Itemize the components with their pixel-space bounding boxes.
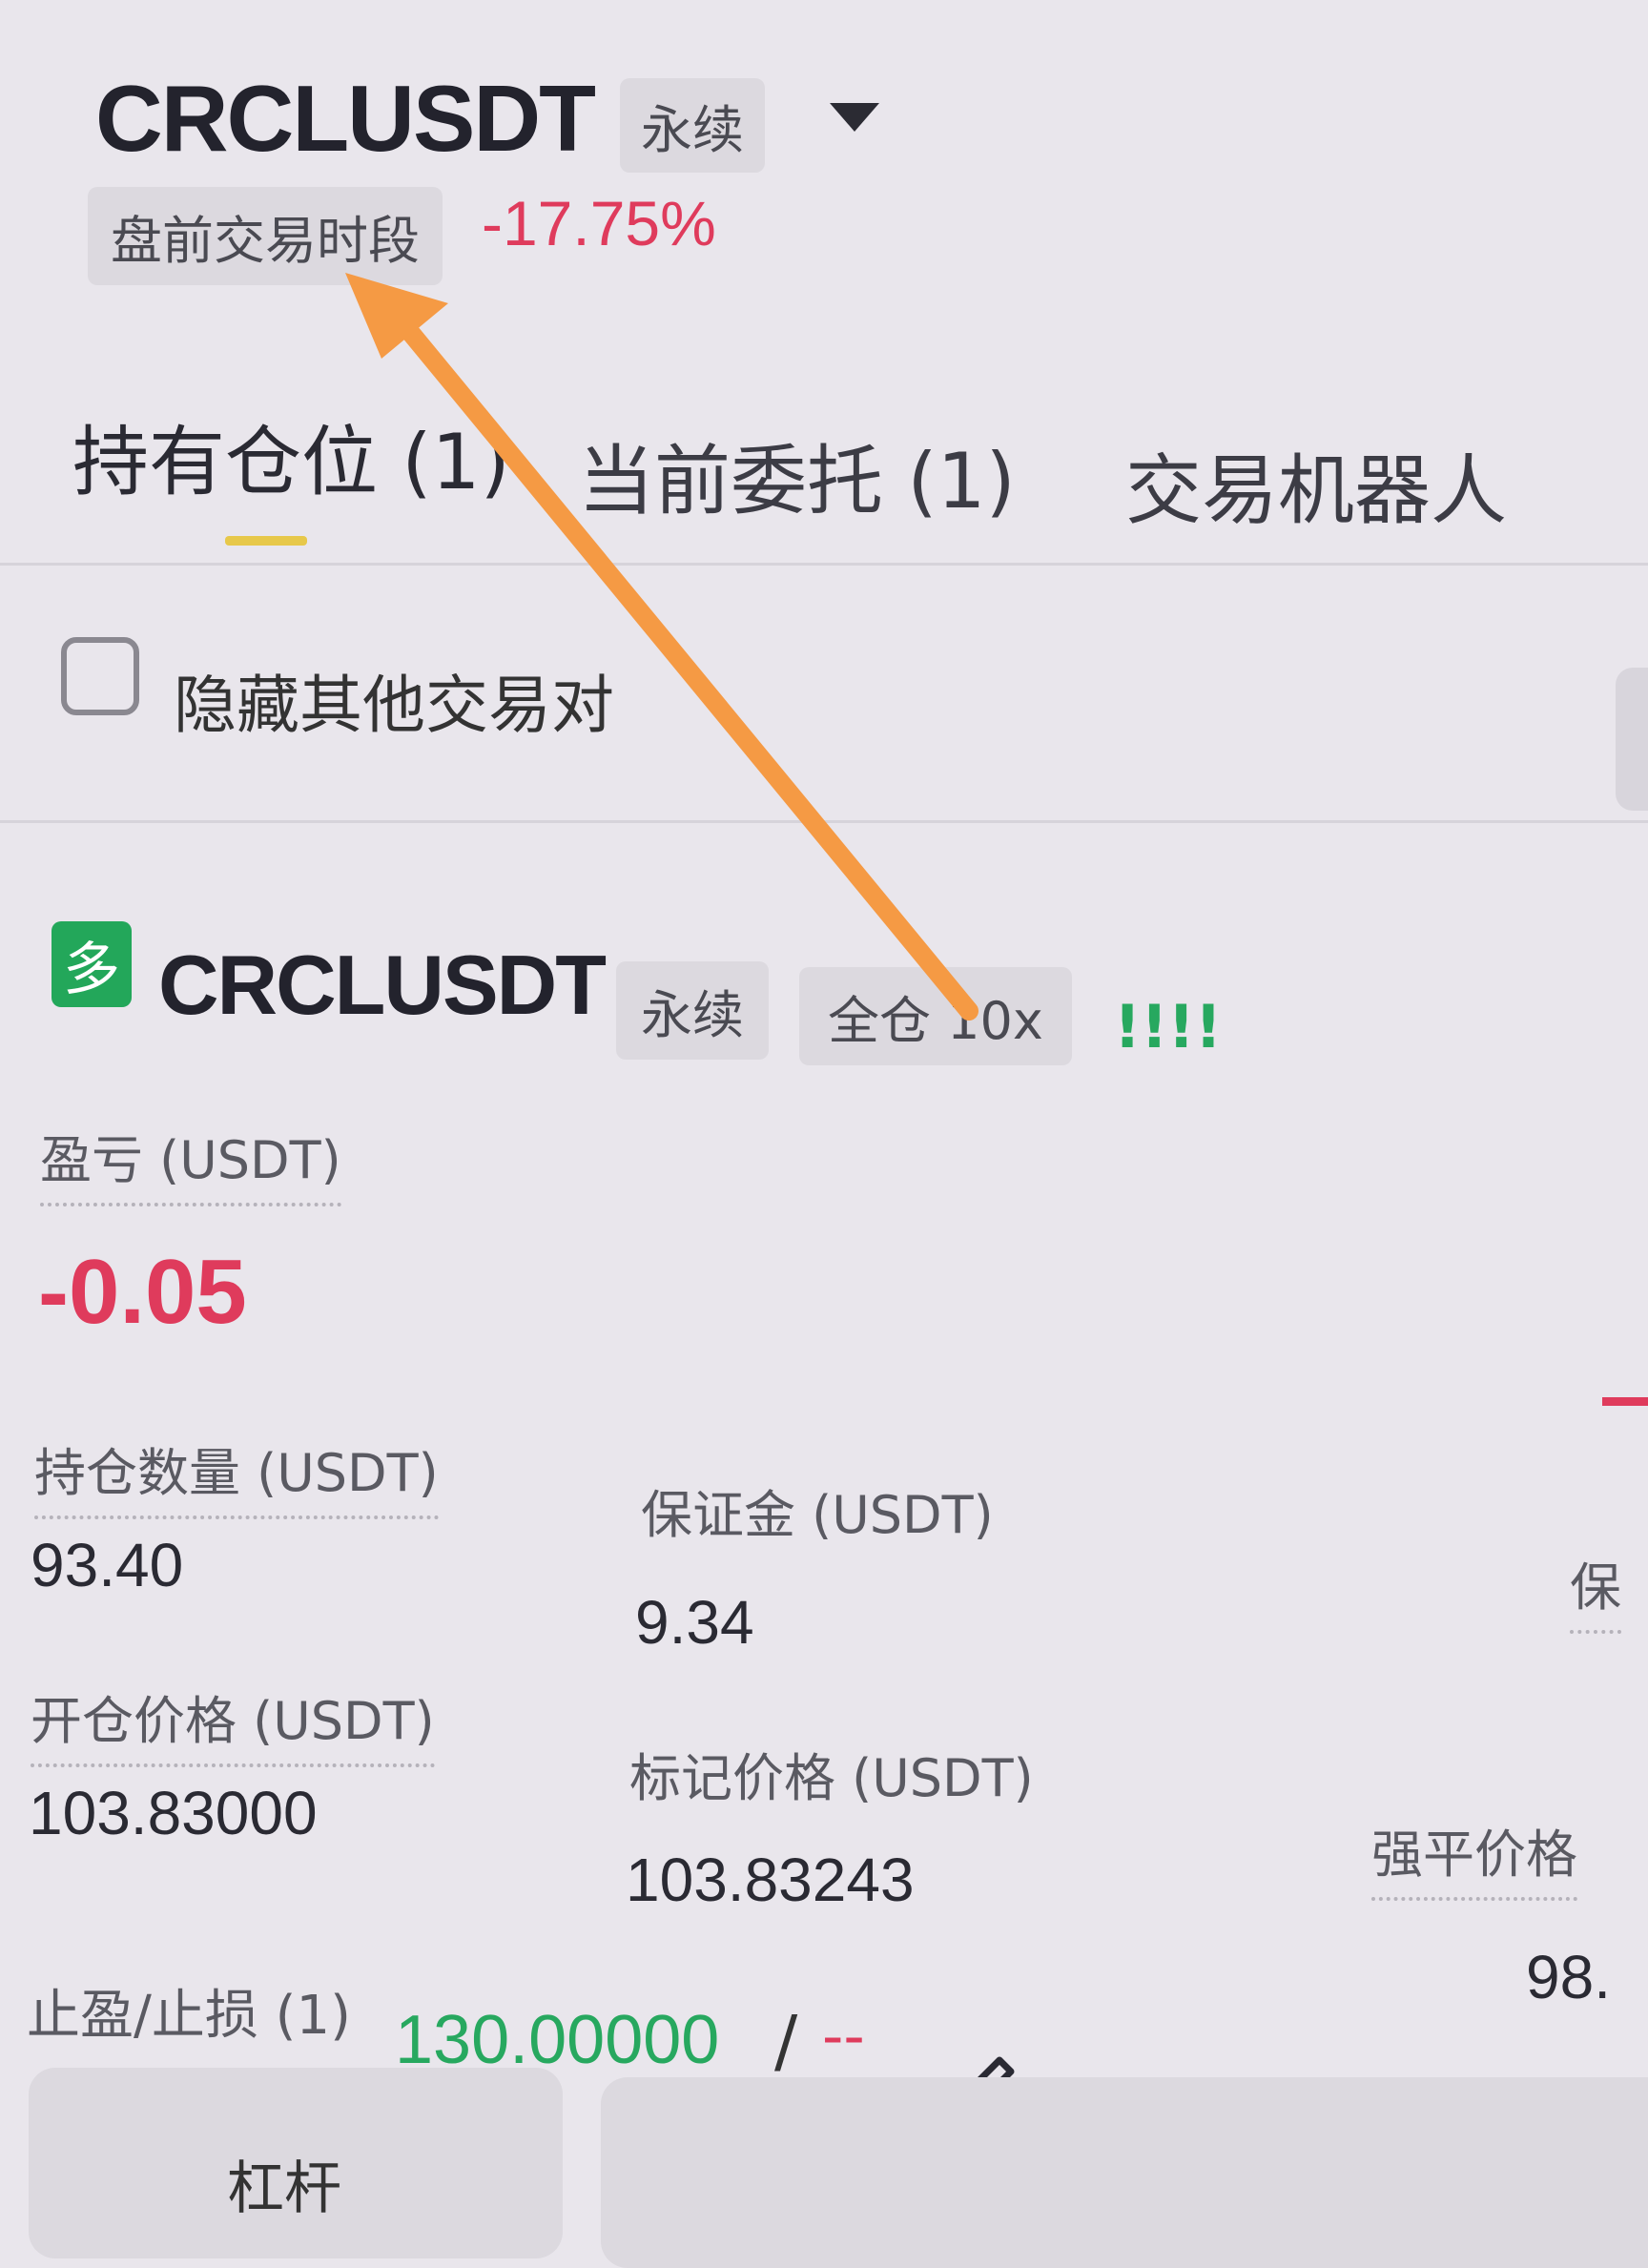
position-symbol[interactable]: CRCLUSDT (158, 937, 607, 1034)
position-size-value: 93.40 (31, 1531, 184, 1599)
tp-sl-label: 止盈/止损 (1) (27, 1985, 351, 2047)
pnl-rate-partial (1602, 1397, 1648, 1406)
liquidation-price-value: 98. (1526, 1943, 1611, 2011)
tab-positions[interactable]: 持有仓位 (1) (72, 401, 510, 511)
pnl-value: -0.05 (38, 1241, 247, 1343)
margin-value: 9.34 (635, 1588, 754, 1657)
tabs-divider (0, 563, 1648, 566)
long-side-badge: 多 (52, 921, 132, 1007)
tab-trading-bots[interactable]: 交易机器人 (1125, 429, 1507, 540)
side-action-button[interactable] (1616, 668, 1648, 811)
stop-loss-value: -- (822, 2001, 865, 2071)
secondary-action-button[interactable] (601, 2077, 1648, 2268)
mark-price-value: 103.83243 (626, 1845, 915, 1914)
mark-price-label: 标记价格 (USDT) (629, 1748, 1034, 1808)
margin-mode-tag[interactable]: 全仓 10x (799, 967, 1072, 1065)
active-tab-indicator (225, 536, 307, 546)
entry-price-value: 103.83000 (29, 1779, 318, 1847)
liquidation-price-label: 强平价格 (1371, 1812, 1577, 1901)
entry-price-label: 开仓价格 (USDT) (31, 1679, 435, 1767)
tab-open-orders[interactable]: 当前委托 (1) (578, 420, 1016, 530)
hide-other-pairs-checkbox[interactable] (61, 637, 139, 715)
risk-warning-icon[interactable]: !!!! (1114, 992, 1222, 1062)
filter-divider (0, 820, 1648, 823)
hide-other-pairs-label[interactable]: 隐藏其他交易对 (174, 654, 614, 746)
symbol-title[interactable]: CRCLUSDT (95, 65, 596, 173)
position-perpetual-tag: 永续 (616, 961, 769, 1060)
perpetual-tag: 永续 (620, 78, 765, 173)
price-change: -17.75% (482, 188, 716, 258)
chevron-down-icon[interactable] (830, 103, 879, 132)
premarket-session-tag: 盘前交易时段 (88, 187, 443, 285)
margin-ratio-label: 保 (1570, 1545, 1621, 1634)
position-size-label: 持仓数量 (USDT) (34, 1431, 439, 1519)
tp-sl-separator: / (774, 2001, 798, 2081)
margin-label: 保证金 (USDT) (641, 1485, 994, 1545)
leverage-button-label[interactable]: 杠杆 (227, 2142, 341, 2225)
pnl-label: 盈亏 (USDT) (40, 1118, 341, 1206)
